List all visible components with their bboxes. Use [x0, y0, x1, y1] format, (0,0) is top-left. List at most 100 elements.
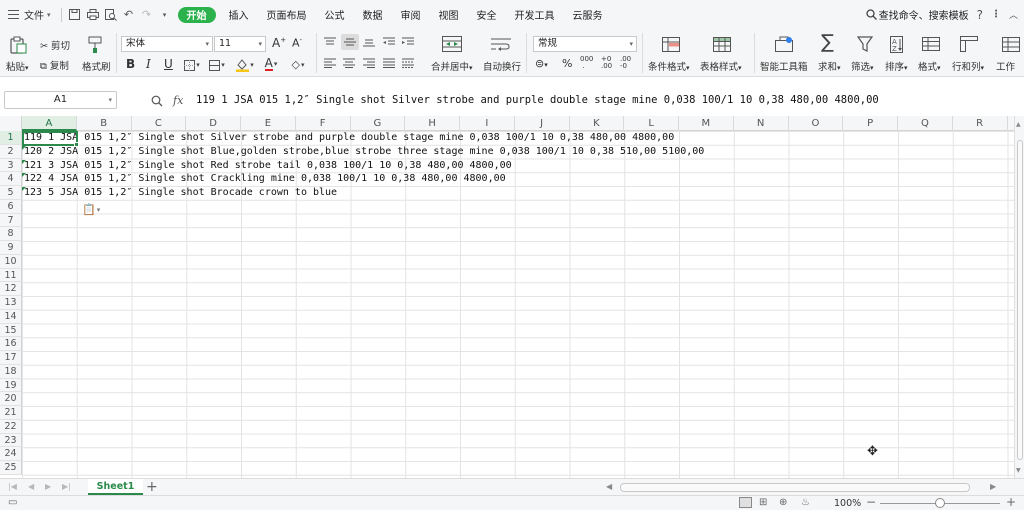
font-color-icon[interactable]: A ▾ — [260, 56, 282, 72]
conditional-format-button[interactable]: 条件格式▾ — [648, 59, 690, 73]
scroll-left-icon[interactable]: ◀ — [606, 482, 612, 491]
filter-button[interactable]: 筛选▾ — [851, 59, 874, 73]
cell-a2[interactable]: 120 2 JSA 015 1,2″ Single shot Blue,gold… — [24, 145, 704, 159]
column-header-b[interactable]: B — [77, 116, 132, 131]
paste-button[interactable]: 粘贴▾ — [6, 59, 29, 73]
wrap-text-icon[interactable] — [489, 34, 513, 54]
spreadsheet-grid[interactable]: ABCDEFGHIJKLMNOPQR 1 2 3 4 5 6 7 8 9 10 11 12 13 14 15… — [0, 116, 1014, 478]
tab-sheet1[interactable]: Sheet1 — [88, 479, 143, 495]
zoom-formula-icon[interactable] — [151, 95, 163, 107]
filter-icon[interactable] — [854, 34, 876, 54]
next-sheet-icon[interactable]: ▶ — [45, 482, 51, 491]
copy-button[interactable]: ⧉ 复制 — [40, 58, 69, 72]
tab-security[interactable]: 安全 — [468, 0, 506, 29]
horizontal-scrollbar[interactable] — [620, 483, 970, 492]
border-icon[interactable]: ▾ — [181, 58, 203, 72]
undo-icon[interactable]: ↶ — [120, 6, 138, 24]
column-header-g[interactable]: G — [351, 116, 406, 131]
distributed-align-icon[interactable] — [400, 56, 416, 70]
first-sheet-icon[interactable]: |◀ — [8, 482, 17, 491]
indent-decrease-icon[interactable] — [381, 35, 397, 49]
row-header-23[interactable]: 23 — [0, 433, 22, 448]
row-header-4[interactable]: 4 — [0, 172, 22, 186]
clear-format-icon[interactable]: ◇ ▾ — [287, 57, 309, 72]
scroll-thumb[interactable] — [1017, 140, 1023, 460]
scroll-right-icon[interactable]: ▶ — [990, 482, 996, 491]
row-header-5[interactable]: 5 — [0, 186, 22, 200]
last-sheet-icon[interactable]: ▶| — [62, 482, 71, 491]
format-painter-button[interactable]: 格式刷 — [82, 59, 111, 73]
row-header-15[interactable]: 15 — [0, 323, 22, 338]
column-header-f[interactable]: F — [296, 116, 351, 131]
row-header-12[interactable]: 12 — [0, 282, 22, 296]
align-center-icon[interactable] — [341, 56, 357, 70]
select-all-corner[interactable] — [0, 116, 22, 131]
sum-button[interactable]: 求和▾ — [818, 59, 841, 73]
number-format-select[interactable]: 常规 ▾ — [533, 36, 637, 52]
fill-handle[interactable] — [74, 142, 79, 147]
format-button[interactable]: 格式▾ — [918, 59, 941, 73]
fill-color-icon[interactable]: ▾ — [234, 57, 256, 72]
format-icon[interactable] — [920, 35, 942, 53]
column-header-c[interactable]: C — [132, 116, 187, 131]
print-icon[interactable] — [84, 6, 102, 24]
tab-data[interactable]: 数据 — [354, 0, 392, 29]
worksheet-icon[interactable] — [1000, 35, 1022, 53]
paste-icon[interactable] — [8, 35, 28, 55]
column-header-d[interactable]: D — [186, 116, 241, 131]
name-box[interactable]: A1 ▾ — [4, 91, 117, 109]
column-header-i[interactable]: I — [460, 116, 515, 131]
cell-a4[interactable]: 122 4 JSA 015 1,2″ Single shot Crackling… — [24, 172, 506, 186]
merge-cells-icon[interactable]: ▾ — [206, 58, 228, 72]
column-header-l[interactable]: L — [624, 116, 679, 131]
reading-mode-icon[interactable]: ♨ — [801, 497, 810, 508]
column-header-m[interactable]: M — [679, 116, 734, 131]
worksheet-button[interactable]: 工作 — [996, 59, 1015, 73]
smart-toolbox-button[interactable]: 智能工具箱 — [760, 59, 808, 73]
row-header-3[interactable]: 3 — [0, 158, 22, 173]
currency-format-icon[interactable]: ⊜▾ — [535, 57, 548, 70]
row-header-2[interactable]: 2 — [0, 144, 22, 159]
row-header-25[interactable]: 25 — [0, 461, 22, 475]
page-break-view-icon[interactable]: ⊕ — [779, 497, 787, 508]
search-command-button[interactable]: 查找命令、搜索模板 — [865, 7, 969, 22]
column-header-p[interactable]: P — [843, 116, 898, 131]
row-header-13[interactable]: 13 — [0, 296, 22, 310]
font-name-select[interactable]: 宋体 ▾ — [121, 36, 213, 52]
cell-a5[interactable]: 123 5 JSA 015 1,2″ Single shot Brocade c… — [24, 186, 337, 200]
row-header-8[interactable]: 8 — [0, 227, 22, 241]
bold-button[interactable]: B — [126, 57, 135, 71]
zoom-in-icon[interactable]: + — [1006, 495, 1016, 509]
add-sheet-button[interactable]: + — [146, 479, 158, 495]
row-header-24[interactable]: 24 — [0, 447, 22, 461]
page-layout-view-icon[interactable]: ⊞ — [759, 497, 767, 508]
scroll-down-icon[interactable]: ▼ — [1016, 467, 1021, 474]
format-painter-icon[interactable] — [85, 35, 105, 55]
save-icon[interactable] — [66, 6, 84, 24]
table-style-icon[interactable] — [711, 35, 733, 53]
merge-center-button[interactable]: 合并居中▾ — [431, 59, 473, 73]
column-header-o[interactable]: O — [789, 116, 844, 131]
decrease-decimal-icon[interactable]: .00 -0 — [620, 56, 631, 70]
cell-a1[interactable]: 119 1 JSA 015 1,2″ Single shot Silver st… — [24, 131, 674, 145]
column-header-e[interactable]: E — [241, 116, 296, 131]
percent-format-icon[interactable]: % — [562, 57, 572, 70]
column-header-h[interactable]: H — [405, 116, 460, 131]
increase-font-icon[interactable]: A+ — [272, 36, 286, 50]
row-header-18[interactable]: 18 — [0, 364, 22, 379]
print-preview-icon[interactable] — [102, 6, 120, 24]
row-header-10[interactable]: 10 — [0, 254, 22, 269]
align-right-icon[interactable] — [361, 56, 377, 70]
row-header-9[interactable]: 9 — [0, 241, 22, 255]
sort-button[interactable]: 排序▾ — [885, 59, 908, 73]
decrease-font-icon[interactable]: A- — [292, 36, 302, 50]
paste-options-button[interactable]: 📋 ▾ — [82, 203, 100, 216]
tab-view[interactable]: 视图 — [430, 0, 468, 29]
smart-toolbox-icon[interactable] — [773, 35, 795, 53]
row-header-16[interactable]: 16 — [0, 337, 22, 351]
thousands-separator-icon[interactable]: 000 . — [580, 56, 593, 70]
align-bottom-icon[interactable] — [361, 35, 377, 49]
cell-a3[interactable]: 121 3 JSA 015 1,2″ Single shot Red strob… — [24, 159, 512, 173]
row-column-icon[interactable] — [958, 35, 980, 53]
tab-developer[interactable]: 开发工具 — [506, 0, 564, 29]
